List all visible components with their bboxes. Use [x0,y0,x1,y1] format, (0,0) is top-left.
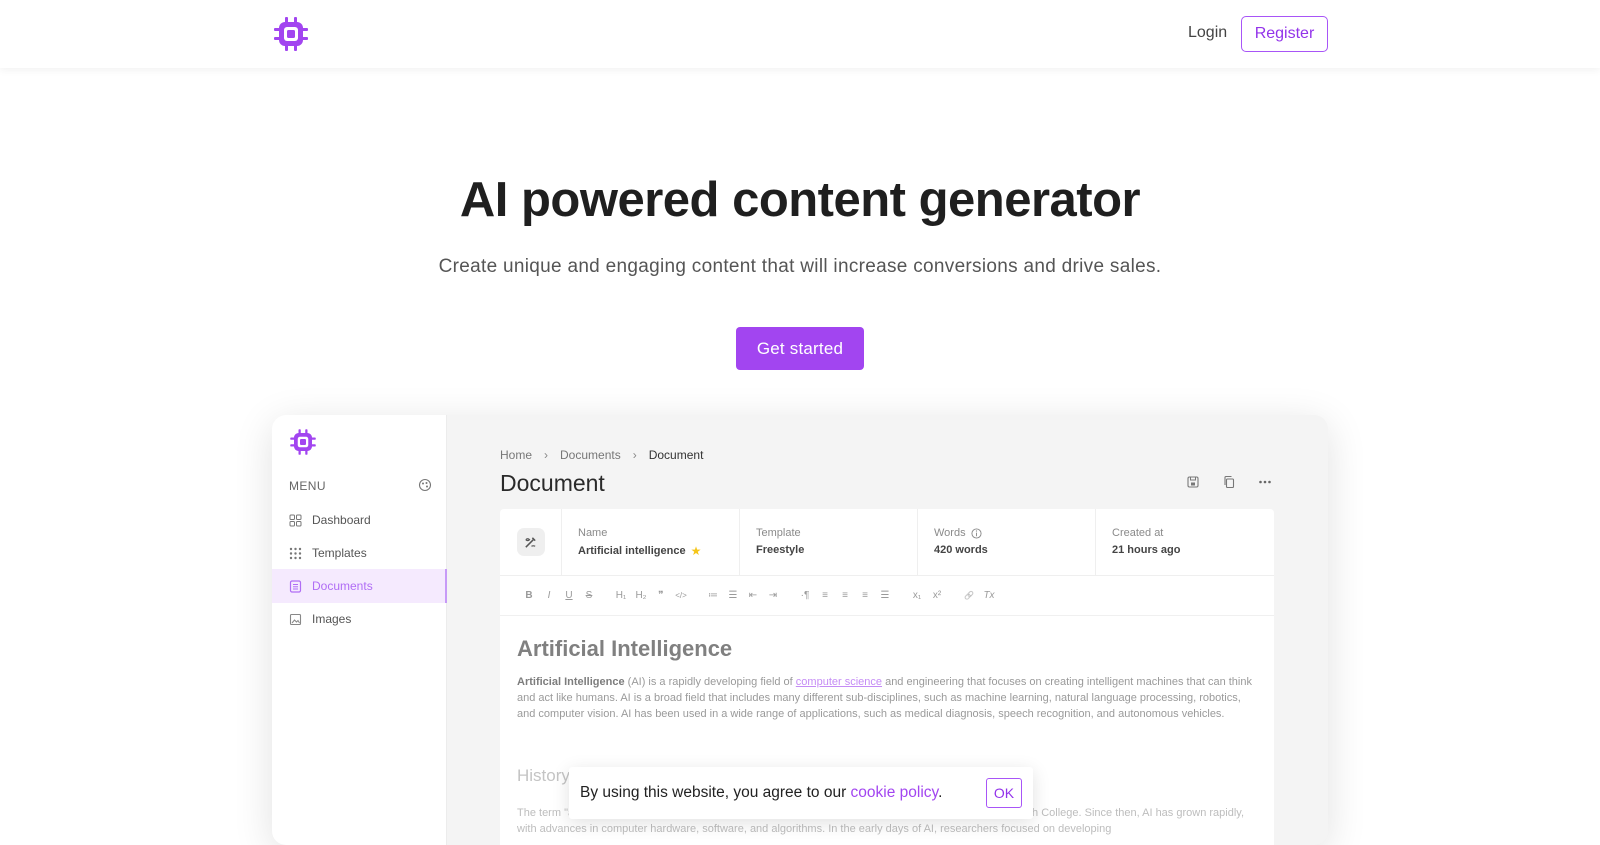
document-icon [289,579,302,593]
text-direction-button[interactable]: ·¶ [795,590,815,601]
words-value: 420 words [934,544,988,556]
dots-grid-icon [289,547,302,559]
created-value: 21 hours ago [1112,544,1181,556]
template-value: Freestyle [756,544,805,556]
breadcrumb-current: Document [648,448,704,462]
grid-icon [289,514,302,526]
chevron-right-icon: › [632,448,637,462]
computer-science-link[interactable]: computer science [796,676,882,688]
register-button[interactable]: Register [1241,16,1328,52]
image-icon [289,613,302,625]
cpu-chip-icon [290,429,316,455]
editor-toolbar: B I U S H₁ H₂ ❞ </> ≔ ☰ ⇤ ⇥ ·¶ ≡ ≡ ≡ ☰ x… [500,576,1274,616]
sidebar-item-dashboard[interactable]: Dashboard [272,503,447,537]
breadcrumb-home[interactable]: Home [500,448,532,462]
superscript-button[interactable]: x² [927,590,947,601]
copy-icon[interactable] [1222,475,1236,489]
star-icon[interactable]: ★ [691,544,702,558]
code-button[interactable]: </> [671,591,691,600]
clear-format-button[interactable]: Tx [979,590,999,601]
sidebar-item-images[interactable]: Images [272,602,447,636]
breadcrumb-documents[interactable]: Documents [560,448,621,462]
outdent-button[interactable]: ⇤ [743,590,763,601]
sidebar-item-label: Documents [312,579,373,593]
italic-button[interactable]: I [539,590,559,601]
ordered-list-button[interactable]: ≔ [703,590,723,601]
document-actions [1186,475,1272,489]
login-link[interactable]: Login [1188,24,1227,42]
document-meta: Name Artificial intelligence ★ Template F… [500,509,1274,576]
cookie-ok-button[interactable]: OK [986,778,1022,808]
align-center-button[interactable]: ≡ [835,590,855,601]
meta-name: Name Artificial intelligence ★ [562,509,740,575]
sidebar-item-label: Templates [312,546,367,560]
content-subheading: History [517,766,570,785]
align-justify-button[interactable]: ☰ [875,590,895,601]
bullet-list-button[interactable]: ☰ [723,590,743,601]
magic-pen-icon [516,528,545,556]
link-icon[interactable]: 🔗 [959,591,979,600]
preview-sidebar: MENU Dashboard Templates Documents Image… [272,415,447,845]
palette-icon[interactable] [418,478,432,492]
hero-subtitle: Create unique and engaging content that … [438,256,1162,277]
align-right-button[interactable]: ≡ [855,590,875,601]
cookie-banner: By using this website, you agree to our … [569,767,1033,819]
sidebar-item-templates[interactable]: Templates [272,536,447,570]
bold-button[interactable]: B [519,590,539,601]
document-name: Artificial intelligence [578,545,686,557]
meta-template: Template Freestyle [740,509,918,575]
indent-button[interactable]: ⇥ [763,590,783,601]
sidebar-item-documents[interactable]: Documents [272,569,447,603]
align-left-button[interactable]: ≡ [815,590,835,601]
breadcrumb: Home › Documents › Document [500,448,703,462]
subscript-button[interactable]: x₁ [907,590,927,601]
meta-created: Created at 21 hours ago [1096,509,1274,575]
meta-words: Words 420 words [918,509,1096,575]
get-started-button[interactable]: Get started [736,327,864,370]
heading1-button[interactable]: H₁ [611,590,631,601]
blockquote-button[interactable]: ❞ [651,590,671,601]
cookie-policy-link[interactable]: cookie policy [851,784,939,801]
strikethrough-button[interactable]: S [579,590,599,601]
sidebar-item-label: Dashboard [312,513,371,527]
content-paragraph: Artificial Intelligence (AI) is a rapidl… [517,676,1252,720]
sidebar-item-label: Images [312,612,352,626]
cpu-chip-icon[interactable] [271,14,311,54]
more-icon[interactable] [1258,475,1272,489]
heading2-button[interactable]: H₂ [631,590,651,601]
chevron-right-icon: › [544,448,549,462]
menu-label: MENU [289,479,326,493]
content-heading: Artificial Intelligence [517,636,733,661]
top-navbar: Login Register [0,0,1600,68]
save-icon[interactable] [1186,475,1200,489]
page-title: Document [500,470,605,496]
hero-title: AI powered content generator [459,173,1141,227]
underline-button[interactable]: U [559,590,579,601]
info-icon[interactable] [971,527,982,539]
